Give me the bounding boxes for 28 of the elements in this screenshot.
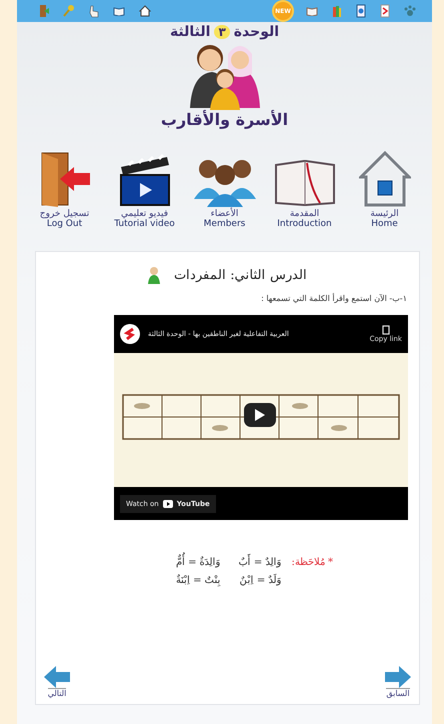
- play-logo-icon: [162, 500, 173, 508]
- unit-name: الأسرة والأقارب: [160, 110, 288, 129]
- play-icon: [255, 409, 265, 421]
- note-label: * مُلاحَظة:: [291, 556, 333, 570]
- note-item: وَالِدٌ = أَبٌ: [238, 556, 282, 568]
- note-item: بِنْتٌ = اِبْنَةٌ: [176, 574, 221, 586]
- book-icon[interactable]: [306, 6, 318, 16]
- person-icon: [148, 266, 160, 284]
- right-arrow-icon: [385, 666, 411, 688]
- left-arrow-icon: [44, 666, 70, 688]
- note-item: وَلَدٌ = اِبْنٌ: [238, 574, 282, 586]
- unit-ordinal: الثالثة: [170, 24, 210, 40]
- book-icon[interactable]: [113, 6, 125, 16]
- previous-button[interactable]: السابق: [385, 666, 411, 698]
- document-icon[interactable]: [356, 4, 366, 18]
- lesson-title: الدرس الثاني: المفردات: [174, 267, 307, 283]
- unit-number: ٣: [214, 25, 230, 39]
- book-icon: [274, 157, 336, 207]
- house-icon: [358, 151, 410, 207]
- home-icon[interactable]: [139, 5, 151, 17]
- next-button[interactable]: التالي: [44, 666, 70, 698]
- instruction-text: ١-ب- الآن استمع واقرأ الكلمة التي تسمعها :: [260, 294, 407, 303]
- hand-icon[interactable]: [89, 4, 99, 18]
- unit-label: الوحدة: [234, 24, 280, 40]
- copy-icon: [382, 325, 390, 335]
- play-button[interactable]: [244, 403, 276, 427]
- pdf-icon[interactable]: [380, 4, 390, 18]
- channel-logo-icon: [120, 324, 140, 344]
